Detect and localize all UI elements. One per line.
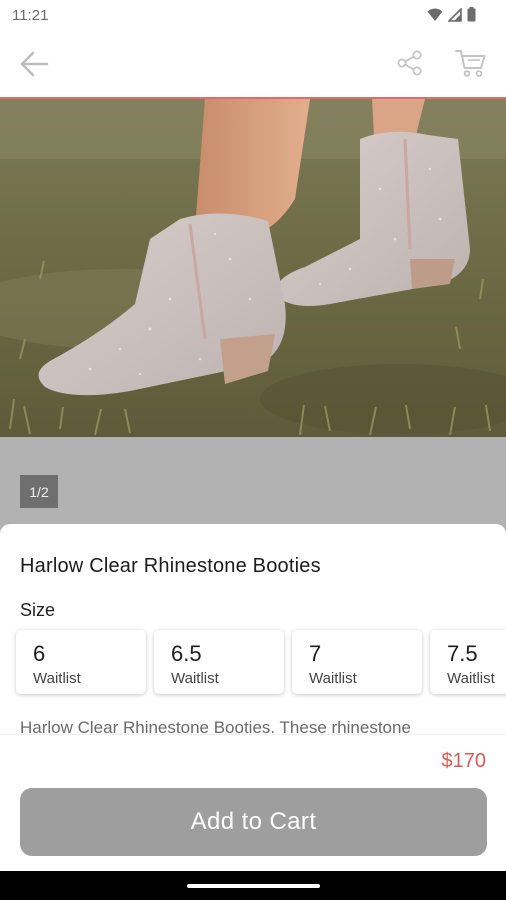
size-value: 6.5 — [171, 641, 202, 666]
size-option-7-5[interactable]: 7.5 Waitlist — [430, 630, 506, 694]
product-price: $170 — [441, 750, 487, 772]
size-status: Waitlist — [309, 670, 357, 687]
product-photo[interactable] — [0, 99, 506, 437]
share-icon — [396, 49, 424, 82]
product-description: Harlow Clear Rhinestone Booties. These r… — [20, 718, 411, 734]
signal-icon — [447, 6, 462, 27]
product-image-gallery[interactable]: 1/2 — [0, 99, 506, 539]
size-status: Waitlist — [447, 670, 495, 687]
purchase-bar: $170 Add to Cart — [0, 734, 506, 871]
size-status: Waitlist — [33, 670, 81, 687]
product-title: Harlow Clear Rhinestone Booties — [20, 555, 321, 577]
home-gesture-handle[interactable] — [187, 884, 320, 888]
status-bar: 11:21 — [0, 0, 506, 32]
size-label: Size — [20, 600, 56, 620]
size-value: 6 — [33, 641, 46, 666]
product-details-sheet: Harlow Clear Rhinestone Booties Size 6 W… — [0, 524, 506, 734]
battery-icon — [467, 7, 476, 27]
size-option-7[interactable]: 7 Waitlist — [292, 630, 422, 694]
image-pager-badge: 1/2 — [20, 475, 58, 508]
size-option-6-5[interactable]: 6.5 Waitlist — [154, 630, 284, 694]
back-button[interactable] — [16, 50, 52, 82]
status-icons — [427, 6, 476, 27]
size-value: 7.5 — [447, 641, 478, 666]
size-option-6[interactable]: 6 Waitlist — [16, 630, 146, 694]
share-button[interactable] — [394, 49, 426, 81]
cart-icon — [455, 48, 487, 83]
cart-button[interactable] — [454, 49, 488, 81]
size-value: 7 — [309, 641, 322, 666]
size-status: Waitlist — [171, 670, 219, 687]
status-time: 11:21 — [12, 7, 49, 24]
arrow-left-icon — [19, 51, 49, 82]
system-nav-bar — [0, 871, 506, 900]
wifi-icon — [427, 8, 443, 27]
top-app-bar — [0, 32, 506, 99]
add-to-cart-button[interactable]: Add to Cart — [20, 788, 487, 856]
size-options: 6 Waitlist 6.5 Waitlist 7 Waitlist 7.5 W… — [16, 630, 506, 694]
